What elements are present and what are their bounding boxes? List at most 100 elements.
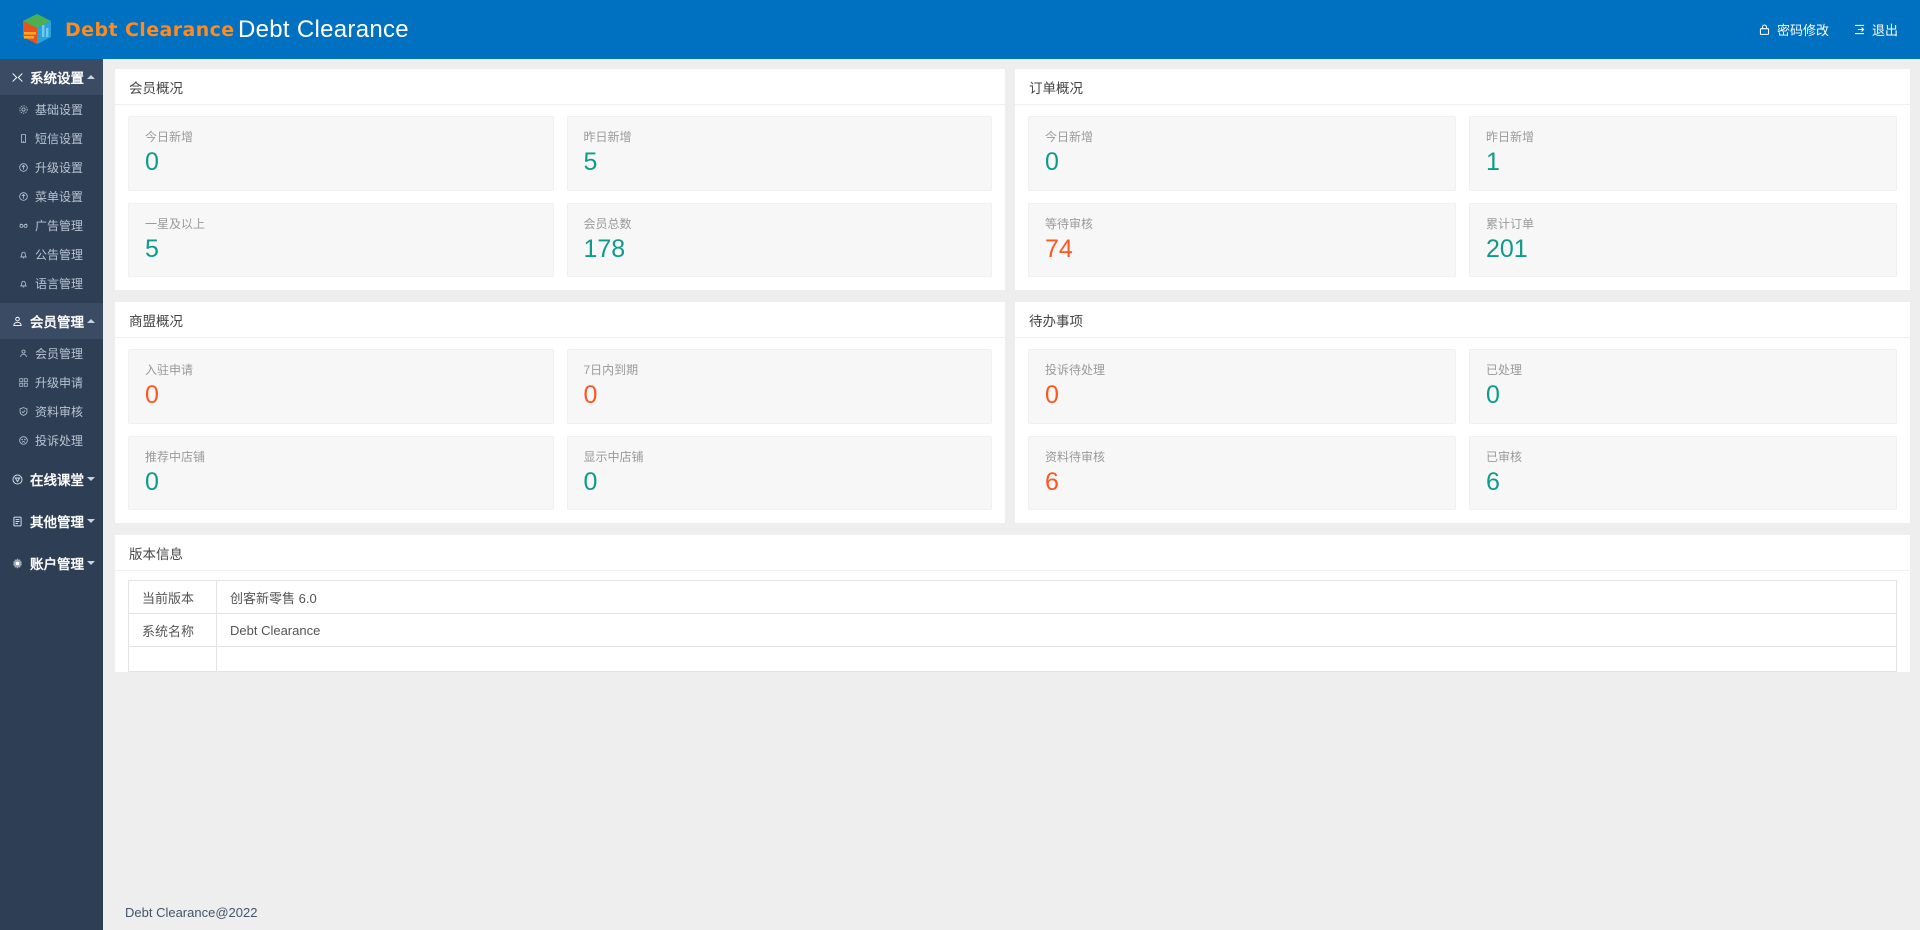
stat-card[interactable]: 等待审核 74: [1028, 202, 1456, 277]
sidebar-item-complaint-handling[interactable]: 投诉处理: [0, 426, 103, 455]
settings-group-icon: [10, 71, 25, 84]
page-footer: Debt Clearance@2022: [103, 894, 1920, 930]
sidebar-group-label: 会员管理: [30, 315, 84, 330]
sidebar-item-label: 广告管理: [35, 219, 84, 233]
sidebar-item-document-review[interactable]: 资料审核: [0, 397, 103, 426]
sad-face-icon: [16, 435, 30, 446]
ad-icon: [16, 220, 30, 231]
sidebar-item-label: 会员管理: [35, 347, 84, 361]
stat-card[interactable]: 一星及以上 5: [128, 202, 554, 277]
stat-card[interactable]: 已处理 0: [1469, 349, 1897, 424]
stat-value: 0: [145, 381, 159, 409]
stat-value: 0: [583, 467, 598, 496]
logout-button[interactable]: 退出: [1853, 20, 1898, 39]
stat-card[interactable]: 累计订单 201: [1469, 202, 1897, 277]
sidebar-item-member-management[interactable]: 会员管理: [0, 339, 103, 368]
mobile-icon: [16, 133, 30, 144]
classroom-icon: [10, 473, 25, 486]
table-cell-key: 当前版本: [128, 580, 217, 614]
panel-body: 入驻申请 0 7日内到期 0 推荐中店铺 0 显示中店铺 0: [115, 338, 1005, 523]
stat-value: 0: [1045, 381, 1059, 409]
sidebar-item-basic-settings[interactable]: 基础设置: [0, 95, 103, 124]
stat-value: 201: [1486, 234, 1528, 263]
stat-row: 推荐中店铺 0 显示中店铺 0: [128, 435, 992, 510]
table-row: [128, 646, 1897, 672]
lock-icon: [1758, 23, 1771, 36]
header-actions: 密码修改 退出: [1758, 20, 1920, 39]
cube-logo-icon: [18, 11, 56, 49]
stat-label: 推荐中店铺: [145, 449, 206, 464]
panel-title: 商盟概况: [115, 302, 1005, 338]
brand-area[interactable]: Debt Clearance: [0, 0, 234, 59]
stat-card[interactable]: 推荐中店铺 0: [128, 435, 554, 510]
sidebar-item-label: 基础设置: [35, 103, 84, 117]
panel-title: 会员概况: [115, 69, 1005, 105]
stat-label: 会员总数: [583, 216, 632, 231]
upgrade-icon: [16, 162, 30, 173]
sidebar-group-online-classroom[interactable]: 在线课堂: [0, 461, 103, 497]
gear-icon: [16, 104, 30, 115]
table-cell-key: 系统名称: [128, 613, 217, 647]
stat-card[interactable]: 已审核 6: [1469, 435, 1897, 510]
change-password-label: 密码修改: [1776, 23, 1829, 38]
sidebar-item-upgrade-settings[interactable]: 升级设置: [0, 153, 103, 182]
sidebar-item-label: 升级申请: [35, 376, 84, 390]
stat-label: 已处理: [1486, 363, 1523, 377]
panel-title: 待办事项: [1015, 302, 1910, 338]
app-root: Debt Clearance Debt Clearance 密码修改 退出 系统…: [0, 0, 1920, 930]
stat-card[interactable]: 昨日新增 1: [1469, 116, 1897, 191]
sidebar-item-label: 升级设置: [35, 161, 84, 175]
dashboard-row-2: 商盟概况 入驻申请 0 7日内到期 0 推荐中店铺 0 显示中店铺 0 待办事项…: [115, 302, 1910, 523]
stat-card[interactable]: 7日内到期 0: [566, 349, 992, 424]
stat-row: 资料待审核 6 已审核 6: [1028, 435, 1897, 510]
panel-title: 版本信息: [115, 535, 1910, 571]
stat-row: 一星及以上 5 会员总数 178: [128, 202, 992, 277]
stat-card[interactable]: 会员总数 178: [566, 202, 992, 277]
stat-value: 74: [1045, 234, 1073, 263]
change-password-button[interactable]: 密码修改: [1758, 20, 1829, 39]
stat-card[interactable]: 显示中店铺 0: [566, 435, 992, 510]
sidebar-group-account-management[interactable]: 账户管理: [0, 545, 103, 581]
stat-value: 0: [1045, 148, 1059, 176]
stat-row: 今日新增 0 昨日新增 5: [128, 116, 992, 191]
stat-value: 0: [1486, 381, 1500, 409]
panel-order-overview: 订单概况 今日新增 0 昨日新增 1 等待审核 74 累计订单 201: [1015, 69, 1910, 290]
sidebar-item-language-management[interactable]: 语言管理: [0, 269, 103, 298]
panel-title: 订单概况: [1015, 69, 1910, 105]
stat-value: 1: [1486, 148, 1500, 176]
main-content: 会员概况 今日新增 0 昨日新增 5 一星及以上 5 会员总数 178 订单概况…: [103, 59, 1920, 930]
sidebar-item-sms-settings[interactable]: 短信设置: [0, 124, 103, 153]
sidebar-item-label: 投诉处理: [35, 434, 84, 448]
sidebar-group-other-management[interactable]: 其他管理: [0, 503, 103, 539]
footer-text: Debt Clearance@2022: [125, 904, 258, 920]
stat-row: 等待审核 74 累计订单 201: [1028, 202, 1897, 277]
sidebar-item-announcement-management[interactable]: 公告管理: [0, 240, 103, 269]
panel-member-overview: 会员概况 今日新增 0 昨日新增 5 一星及以上 5 会员总数 178: [115, 69, 1005, 290]
sidebar-item-ad-management[interactable]: 广告管理: [0, 211, 103, 240]
stat-card[interactable]: 今日新增 0: [1028, 116, 1456, 191]
stat-label: 已审核: [1486, 449, 1523, 464]
stat-value: 6: [1486, 467, 1500, 496]
sidebar-group-member-management[interactable]: 会员管理: [0, 303, 103, 339]
page-title: Debt Clearance: [238, 15, 409, 43]
sidebar-group-label: 在线课堂: [30, 473, 84, 488]
stat-label: 累计订单: [1486, 216, 1535, 231]
stat-card[interactable]: 入驻申请 0: [128, 349, 554, 424]
sidebar-item-menu-settings[interactable]: 菜单设置: [0, 182, 103, 211]
version-info-table: 当前版本 创客新零售 6.0 系统名称 Debt Clearance: [128, 580, 1897, 672]
stat-value: 178: [583, 234, 626, 263]
panel-merchant-overview: 商盟概况 入驻申请 0 7日内到期 0 推荐中店铺 0 显示中店铺 0: [115, 302, 1005, 523]
stat-label: 今日新增: [1045, 130, 1094, 144]
stat-card[interactable]: 投诉待处理 0: [1028, 349, 1456, 424]
stat-card[interactable]: 资料待审核 6: [1028, 435, 1456, 510]
sidebar-group-label: 其他管理: [30, 515, 84, 530]
stat-label: 投诉待处理: [1045, 363, 1106, 377]
sidebar-group-system-settings[interactable]: 系统设置: [0, 59, 103, 95]
sidebar-item-upgrade-application[interactable]: 升级申请: [0, 368, 103, 397]
chevron-up-icon: [87, 319, 95, 323]
chevron-up-icon: [87, 75, 95, 79]
stat-card[interactable]: 今日新增 0: [128, 116, 554, 191]
stat-card[interactable]: 昨日新增 5: [566, 116, 992, 191]
dashboard-row-1: 会员概况 今日新增 0 昨日新增 5 一星及以上 5 会员总数 178 订单概况…: [115, 69, 1910, 290]
table-cell-value: Debt Clearance: [216, 613, 1897, 647]
